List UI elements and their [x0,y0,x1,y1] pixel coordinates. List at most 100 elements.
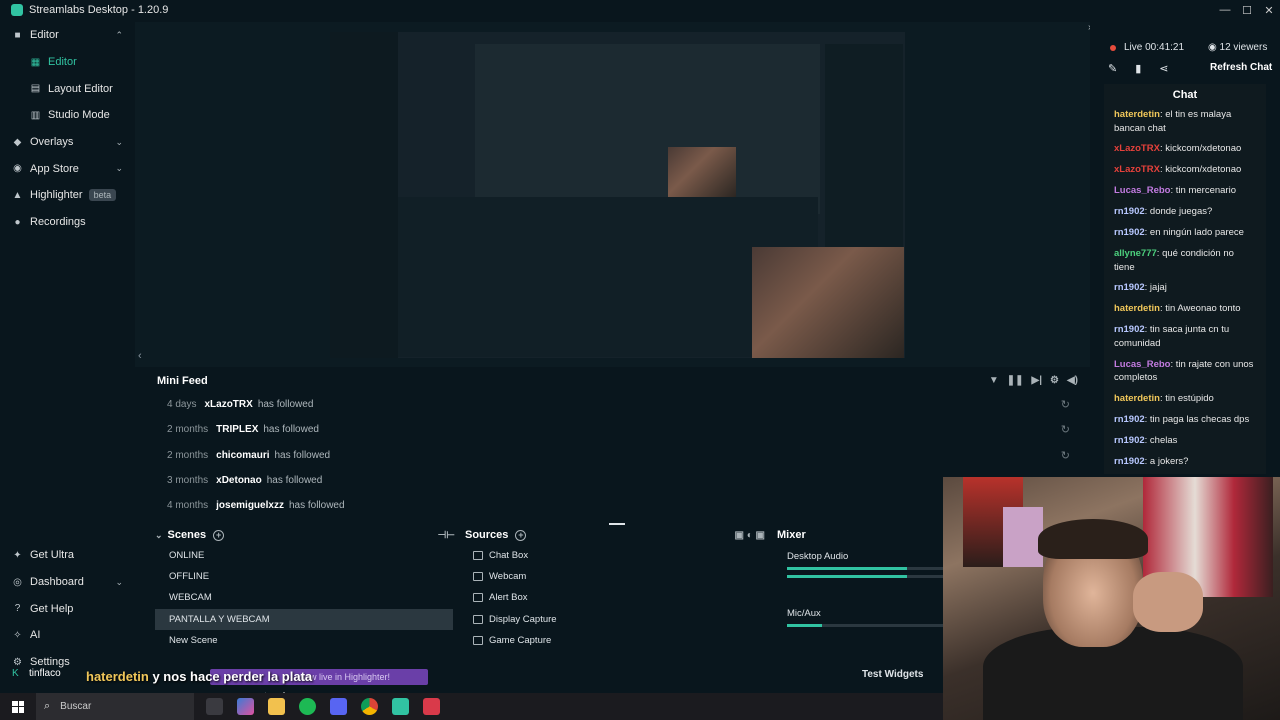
nav-layout-editor[interactable]: ▤ Layout Editor [0,75,135,102]
task-view-icon[interactable] [206,698,223,715]
live-status: Live 00:41:21 [1110,42,1184,53]
chevron-left-icon[interactable]: ‹ [138,350,142,362]
chat-username[interactable]: xLazoTRX [1114,164,1160,175]
chat-username[interactable]: rn1902 [1114,414,1145,425]
source-item[interactable]: Webcam [465,566,765,587]
nav-label: Studio Mode [48,109,110,122]
chat-text: kickcom/xdetonao [1165,143,1242,155]
nav-label: Get Help [30,602,74,615]
nav-dashboard[interactable]: ◎ Dashboard ⌄ [0,569,135,596]
chat-username[interactable]: haterdetin [1114,393,1160,404]
nav-ai[interactable]: ✧ AI [0,622,135,649]
scene-item-selected[interactable]: PANTALLA Y WEBCAM [155,608,453,630]
chat-message: Lucas_Rebo: tin mercenario [1114,185,1236,197]
source-item[interactable]: Display Capture [465,609,765,630]
replay-icon[interactable]: ↻ [1061,449,1070,462]
chat-messages: haterdetin: el tin es malaya bancan chat… [1104,106,1266,478]
scene-item[interactable]: OFFLINE [155,566,453,587]
replay-icon[interactable]: ↻ [1061,398,1070,411]
nav-app-store[interactable]: ◉ App Store ⌄ [0,155,135,182]
chat-username[interactable]: rn1902 [1114,282,1145,293]
nav-get-help[interactable]: ? Get Help [0,595,135,622]
chat-username[interactable]: Lucas_Rebo [1114,359,1171,370]
preview-area[interactable]: ‹ [135,22,1090,367]
volume-slider-fill [787,575,907,578]
scene-item[interactable]: WEBCAM [155,587,453,608]
source-label: Alert Box [489,592,528,604]
chat-username[interactable]: rn1902 [1114,435,1145,446]
pause-icon[interactable]: ❚❚ [1007,375,1024,386]
chat-username[interactable]: rn1902 [1114,227,1145,238]
chat-username[interactable]: Lucas_Rebo [1114,185,1171,196]
nav-recordings[interactable]: ● Recordings [0,209,135,236]
chat-username[interactable]: haterdetin [1114,303,1160,314]
skip-icon[interactable]: ▶| [1032,375,1043,386]
volume-slider[interactable] [787,575,947,578]
chat-text: tin estúpido [1165,393,1214,405]
test-widgets-button[interactable]: Test Widgets [862,669,923,680]
scenes-title: Scenes [167,529,207,541]
chat-username[interactable]: xLazoTRX [1114,143,1160,154]
refresh-chat-button[interactable]: Refresh Chat [1210,62,1272,73]
game-capture-icon [473,635,483,645]
source-item[interactable]: Chat Box [465,545,765,566]
stream-preview[interactable] [330,32,905,358]
nav-get-ultra[interactable]: ✦ Get Ultra [0,542,135,569]
chat-username[interactable]: rn1902 [1114,456,1145,467]
feed-row: 4 days xLazoTRX has followed ↻ [147,392,1090,417]
chevron-down-icon[interactable]: ⌄ [115,577,123,588]
copilot-icon[interactable] [237,698,254,715]
streamlabs-icon[interactable] [392,698,409,715]
feed-row: 2 months TRIPLEX has followed ↻ [147,417,1090,442]
scene-layout-icon[interactable]: ⊣⊢ [438,530,455,541]
windows-start-icon[interactable] [12,700,24,713]
nav-editor[interactable]: ■ Editor ⌃ [0,22,135,49]
share-icon[interactable]: ⋖ [1159,62,1168,75]
volume-icon[interactable]: ◀) [1067,375,1078,386]
chrome-icon[interactable] [361,698,378,715]
chevron-up-icon[interactable]: ⌃ [115,30,123,41]
spotify-icon[interactable] [299,698,316,715]
dashboard-icon: ◎ [13,576,22,588]
scene-item[interactable]: ONLINE [155,545,453,566]
clipboard-icon[interactable]: ▮ [1135,62,1141,75]
chevron-down-icon[interactable]: ⌄ [115,137,123,148]
chat-message: allyne777: qué condición no tiene [1114,247,1234,273]
settings-icon[interactable]: ⚙ [1050,375,1059,386]
taskbar-search[interactable]: ⌕ Buscar [36,693,194,720]
add-scene-icon[interactable]: + [213,529,225,541]
nav-overlays[interactable]: ◆ Overlays ⌄ [0,129,135,156]
chat-username[interactable]: rn1902 [1114,206,1145,217]
chat-message: rn1902: chelas [1114,434,1178,446]
chat-username[interactable]: allyne777 [1114,248,1157,259]
file-explorer-icon[interactable] [268,698,285,715]
app-icon[interactable] [423,698,440,715]
add-source-icon[interactable]: + [515,529,527,541]
source-item[interactable]: Game Capture [465,630,765,651]
close-button[interactable]: ✕ [1258,0,1280,20]
webcam-bg-poster [1003,507,1043,567]
scene-item[interactable]: New Scene [155,630,453,651]
chat-username[interactable]: haterdetin [1114,109,1160,120]
source-item[interactable]: Alert Box [465,587,765,608]
chevron-down-icon[interactable]: ⌄ [115,163,123,174]
display-capture-icon [473,614,483,624]
chat-pane: Live 00:41:21 ◉ 12 viewers ✎ ▮ ⋖ Refresh… [1090,22,1280,474]
chat-username[interactable]: rn1902 [1114,324,1145,335]
chevron-down-icon[interactable]: ⌄ [155,530,163,541]
edit-icon[interactable]: ✎ [1108,62,1117,75]
nav-label: App Store [30,162,79,175]
filter-icon[interactable]: ▼ [989,375,999,386]
replay-icon[interactable]: ↻ [1061,423,1070,436]
nav-editor-sub[interactable]: ▦ Editor [0,49,135,76]
minimize-button[interactable]: — [1214,0,1236,20]
maximize-button[interactable]: ☐ [1236,0,1258,20]
nav-highlighter[interactable]: ▲ Highlighter beta [0,182,135,209]
chat-message: rn1902: a jokers? [1114,455,1189,467]
chat-text: tin paga las checas dps [1149,414,1250,426]
mini-feed-title: Mini Feed [157,375,208,387]
nav-label: Get Ultra [30,549,75,562]
source-tools-icon[interactable]: ▣ ◐ ▣ [735,530,766,541]
nav-studio-mode[interactable]: ▥ Studio Mode [0,102,135,129]
discord-icon[interactable] [330,698,347,715]
